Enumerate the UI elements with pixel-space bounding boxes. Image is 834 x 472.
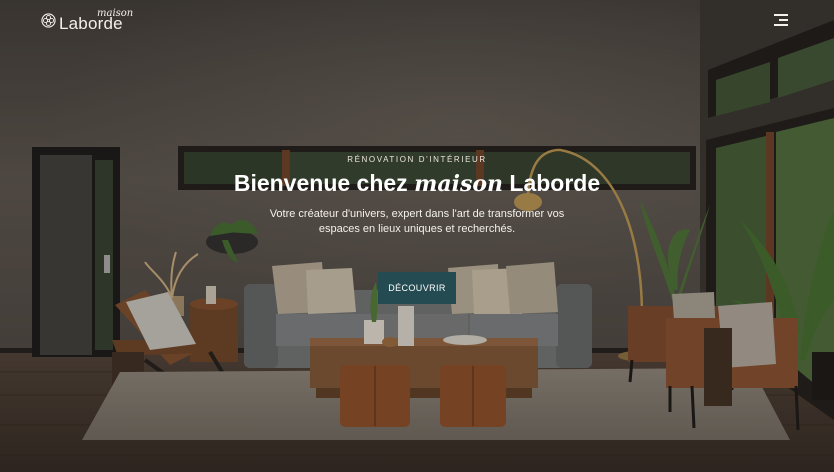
brand-logo[interactable]: maison Laborde <box>41 8 149 33</box>
hero-section: maison Laborde RÉNOVATION D'INTÉRIEUR Bi… <box>0 0 834 472</box>
hamburger-menu-icon[interactable] <box>770 13 788 27</box>
headline-suffix: Laborde <box>503 170 601 196</box>
hero-subtitle-line-2: espaces en lieux uniques et recherchés. <box>318 223 516 235</box>
brand-name-big: Laborde <box>59 14 123 33</box>
discover-button[interactable]: DÉCOUVRIR <box>378 272 456 304</box>
hero-subtitle-line-1: Votre créateur d'univers, expert dans l'… <box>269 208 565 220</box>
headline-prefix: Bienvenue chez <box>233 170 415 196</box>
hero-subtitle: Votre créateur d'univers, expert dans l'… <box>257 207 577 237</box>
hero-eyebrow: RÉNOVATION D'INTÉRIEUR <box>347 155 487 164</box>
hero-headline: Bienvenue chez maison Laborde <box>0 169 834 198</box>
headline-accent: maison <box>414 171 504 197</box>
menu-line-bottom <box>774 24 788 26</box>
hero-copy: RÉNOVATION D'INTÉRIEUR Bienvenue chez ma… <box>0 155 834 237</box>
flower-emblem-icon <box>41 13 56 28</box>
brand-wordmark: maison Laborde <box>59 8 149 33</box>
menu-line-top <box>774 14 788 16</box>
menu-line-middle <box>779 19 788 21</box>
